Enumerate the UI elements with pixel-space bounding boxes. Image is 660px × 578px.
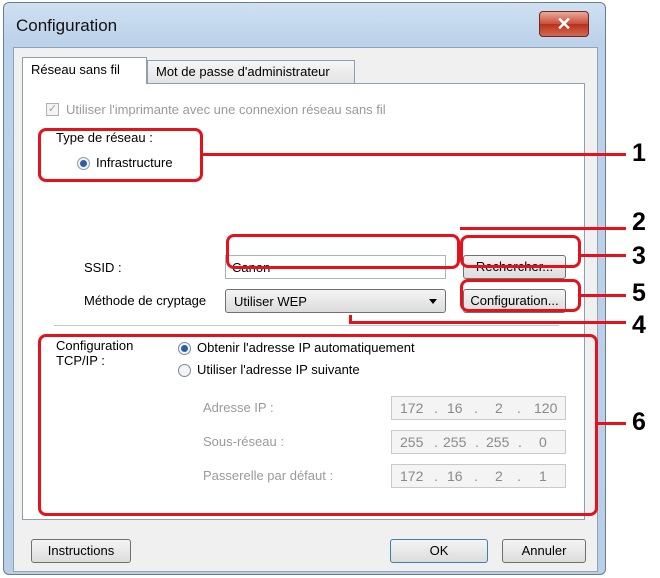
callout-number-6: 6 — [632, 408, 646, 436]
callout-box-network-type — [38, 128, 203, 182]
callout-number-3: 3 — [632, 242, 646, 270]
chevron-down-icon — [429, 299, 437, 304]
callout-box-encryption-config — [460, 279, 581, 312]
callout-box-tcpip — [38, 334, 598, 516]
separator — [54, 325, 559, 326]
close-button[interactable]: ✕ — [539, 11, 589, 37]
encryption-method-select[interactable]: Utiliser WEP — [225, 289, 446, 313]
callout-line-6 — [598, 422, 626, 425]
ssid-label: SSID : — [84, 260, 122, 275]
use-wireless-label: Utiliser l'imprimante avec une connexion… — [66, 102, 386, 117]
callout-line-5 — [581, 294, 626, 297]
callout-box-search — [460, 235, 581, 268]
cancel-button[interactable]: Annuler — [502, 539, 586, 563]
callout-number-2: 2 — [632, 208, 646, 236]
window-title: Configuration — [16, 16, 118, 35]
callout-number-4: 4 — [632, 311, 646, 339]
callout-box-ssid — [226, 234, 460, 269]
encryption-method-label: Méthode de cryptage — [84, 293, 207, 308]
callout-line-1 — [203, 153, 626, 156]
tab-admin-password[interactable]: Mot de passe d'administrateur — [147, 60, 355, 84]
callout-number-1: 1 — [632, 139, 646, 167]
close-icon: ✕ — [556, 14, 572, 34]
tab-wireless-network[interactable]: Réseau sans fil — [22, 57, 147, 84]
callout-line-3 — [581, 254, 626, 257]
callout-number-5: 5 — [632, 279, 646, 307]
ok-button[interactable]: OK — [390, 539, 488, 563]
use-wireless-checkbox[interactable]: ✓ — [46, 103, 59, 116]
callout-line-2 — [460, 227, 626, 230]
title-bar: Configuration ✕ — [8, 3, 603, 47]
instructions-button[interactable]: Instructions — [31, 539, 131, 563]
callout-line-4 — [349, 321, 626, 324]
encryption-method-value: Utiliser WEP — [234, 294, 307, 309]
checkmark-icon: ✓ — [47, 103, 58, 115]
